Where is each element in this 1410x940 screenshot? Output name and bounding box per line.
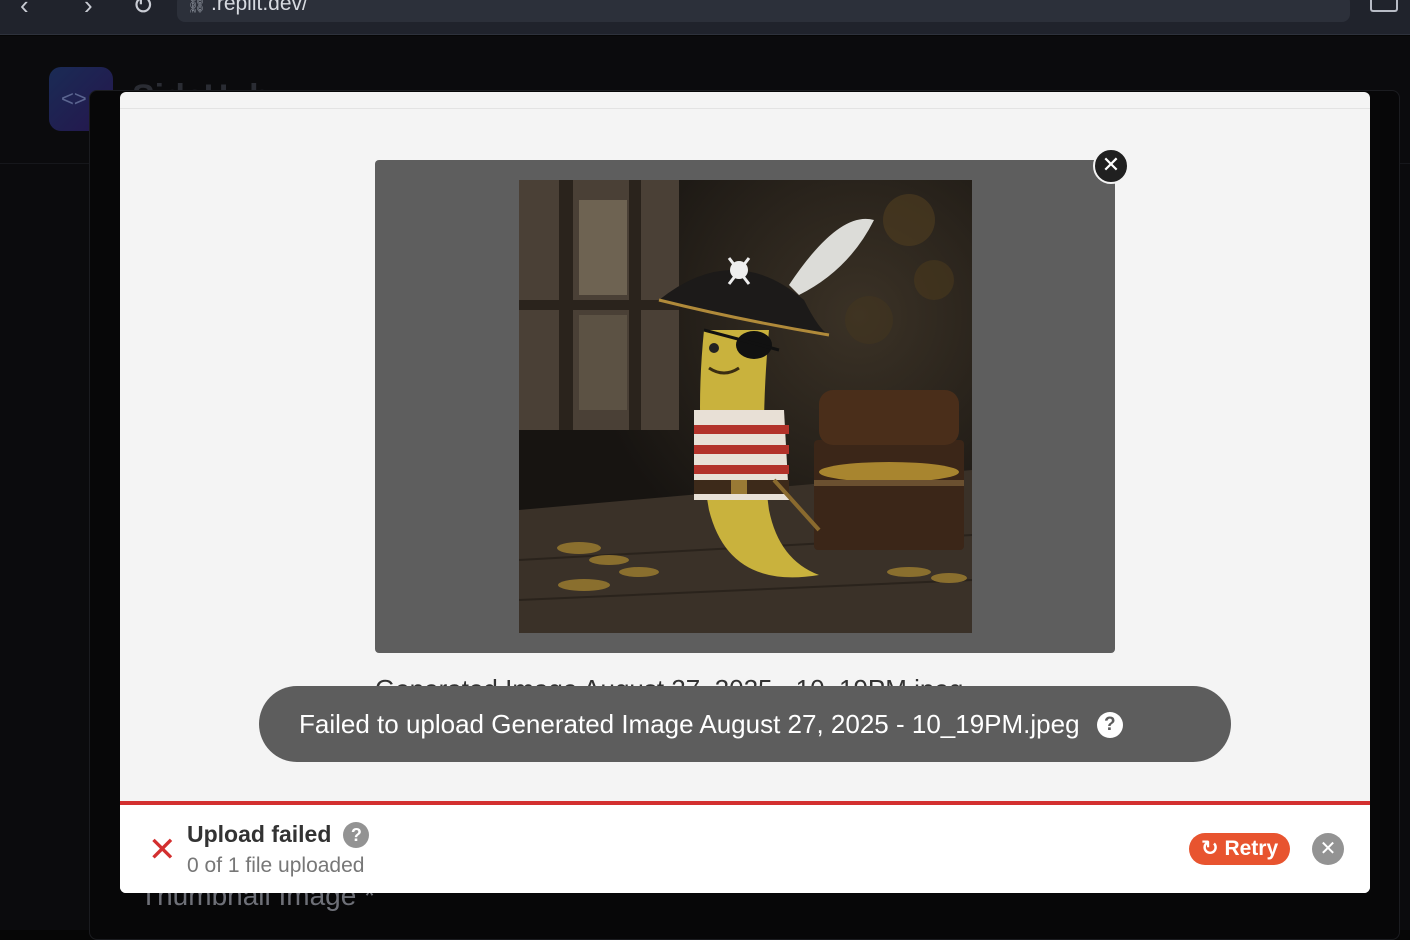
help-icon[interactable]: ? — [1096, 712, 1123, 738]
error-toast: Failed to upload Generated Image August … — [259, 686, 1231, 762]
side-panel-icon[interactable] — [1370, 0, 1398, 12]
image-preview — [519, 180, 972, 633]
close-preview-button[interactable]: ✕ — [1093, 148, 1129, 184]
retry-button[interactable]: ↻ Retry — [1189, 833, 1291, 865]
toast-message: Failed to upload Generated Image August … — [299, 709, 1080, 739]
modal-divider — [120, 108, 1370, 109]
help-icon[interactable]: ? — [343, 822, 370, 848]
upload-status-bar: ✕ Upload failed? 0 of 1 file uploaded ↻ … — [120, 801, 1370, 893]
forward-icon[interactable]: › — [84, 0, 93, 18]
cancel-upload-button[interactable]: ✕ — [1312, 833, 1344, 865]
error-x-icon: ✕ — [148, 831, 177, 869]
retry-icon: ↻ — [1201, 837, 1219, 860]
pirate-banana-image — [519, 180, 972, 633]
status-title-text: Upload failed — [187, 821, 332, 847]
url-text: .replit.dev/ — [211, 0, 308, 15]
status-title: Upload failed? — [187, 821, 370, 848]
back-icon[interactable]: ‹ — [20, 0, 29, 18]
address-bar[interactable]: ⛓ .replit.dev/ — [177, 0, 1350, 22]
upload-modal: ✕ Generated Image August 27, 2025 - 10_1… — [120, 92, 1370, 893]
reload-icon[interactable]: ↻ — [132, 0, 154, 18]
image-preview-container — [375, 160, 1115, 653]
browser-toolbar: ‹ › ↻ ⛓ .replit.dev/ — [0, 0, 1410, 35]
retry-label: Retry — [1224, 837, 1279, 860]
status-subtitle: 0 of 1 file uploaded — [187, 854, 365, 877]
link-icon: ⛓ — [187, 0, 207, 14]
